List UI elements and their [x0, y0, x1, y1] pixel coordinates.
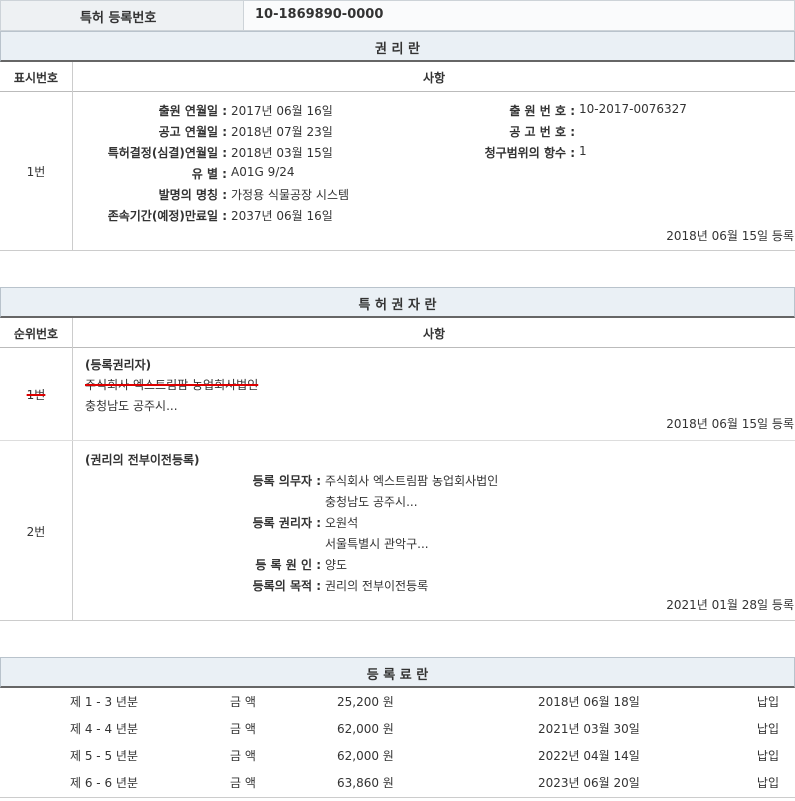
field-value: 10-2017-0076327: [579, 102, 687, 116]
field-label: 등 록 원 인 :: [255, 558, 321, 572]
rights-col-index: 표시번호: [13, 71, 59, 85]
holders-bottom-border: [0, 620, 795, 621]
field-label: 청구범위의 항수 :: [484, 146, 575, 160]
fee-period: 제 1 - 3 년분: [70, 695, 138, 709]
holders-col-content: 사항: [422, 327, 446, 341]
field-value: 2037년 06월 16일: [231, 209, 333, 223]
fee-amount: 62,000 원: [337, 749, 394, 763]
holder-entry-index: 1번: [0, 386, 72, 403]
field-label: 등록의 목적 :: [252, 579, 321, 593]
field-label: 유 별 :: [191, 167, 227, 181]
holder-name-text: 주식회사 엑스트림팜 농업회사법인: [85, 378, 259, 392]
field-value: 2018년 07월 23일: [231, 125, 333, 139]
fee-amount-label: 금 액: [230, 749, 256, 763]
fees-bottom-border: [0, 797, 795, 798]
field-value: 주식회사 엑스트림팜 농업회사법인: [325, 474, 499, 488]
rights-entry-index: 1번: [26, 165, 46, 179]
fee-amount-label: 금 액: [230, 695, 256, 709]
field-label: 등록 의무자 :: [252, 474, 321, 488]
field-value: 양도: [325, 558, 348, 572]
holder-entry-index-text: 1번: [26, 388, 46, 402]
field-value: 충청남도 공주시...: [325, 495, 418, 509]
field-value: 가정용 식물공장 시스템: [231, 188, 350, 202]
rights-bottom-border: [0, 250, 795, 251]
fee-amount: 25,200 원: [337, 695, 394, 709]
fee-amount-label: 금 액: [230, 776, 256, 790]
rights-reg-date: 2018년 06월 15일 등록: [666, 229, 794, 243]
fee-status: 납입: [756, 749, 779, 763]
holder-address: 충청남도 공주시...: [85, 399, 178, 413]
fee-status: 납입: [756, 722, 779, 736]
holder-entry-reg-date: 2018년 06월 15일 등록: [666, 417, 794, 431]
field-label: 공고 연월일 :: [158, 125, 227, 139]
field-label: 등록 권리자 :: [252, 516, 321, 530]
field-label: 발명의 명칭 :: [158, 188, 227, 202]
holder-entry-heading: (등록권리자): [85, 358, 152, 372]
fee-status: 납입: [756, 776, 779, 790]
fee-amount: 62,000 원: [337, 722, 394, 736]
fee-period: 제 5 - 5 년분: [70, 749, 138, 763]
field-value: A01G 9/24: [231, 165, 295, 179]
holders-col-index: 순위번호: [13, 327, 59, 341]
holder-entry-heading: (권리의 전부이전등록): [85, 453, 200, 467]
field-label: 출 원 번 호 :: [509, 104, 575, 118]
rights-section-title: 권 리 란: [375, 42, 420, 57]
holder-name: 주식회사 엑스트림팜 농업회사법인: [85, 376, 258, 393]
rights-col-content: 사항: [422, 71, 446, 85]
reg-number-value: 10-1869890-0000: [255, 7, 384, 22]
fee-date: 2022년 04월 14일: [538, 749, 640, 763]
fee-status: 납입: [756, 695, 779, 709]
field-value: 오원석: [325, 516, 359, 530]
fee-date: 2018년 06월 18일: [538, 695, 640, 709]
fee-date: 2023년 06월 20일: [538, 776, 640, 790]
fee-amount-label: 금 액: [230, 722, 256, 736]
field-label: 특허결정(심결)연월일 :: [107, 146, 227, 160]
fee-amount: 63,860 원: [337, 776, 394, 790]
field-value: 서울특별시 관악구...: [325, 537, 429, 551]
field-label: 출원 연월일 :: [158, 104, 227, 118]
field-value: 권리의 전부이전등록: [325, 579, 429, 593]
fee-period: 제 4 - 4 년분: [70, 722, 138, 736]
fee-period: 제 6 - 6 년분: [70, 776, 138, 790]
field-value: 2017년 06월 16일: [231, 104, 333, 118]
reg-number-label: 특허 등록번호: [80, 11, 157, 26]
holders-section-title: 특 허 권 자 란: [358, 298, 437, 313]
holder-row-divider: [0, 440, 795, 441]
holder-entry-reg-date: 2021년 01월 28일 등록: [666, 598, 794, 612]
field-label: 존속기간(예정)만료일 :: [107, 209, 227, 223]
fees-section-title: 등 록 료 란: [366, 668, 429, 683]
fee-date: 2021년 03월 30일: [538, 722, 640, 736]
field-label: 공 고 번 호 :: [509, 125, 575, 139]
field-value: 2018년 03월 15일: [231, 146, 333, 160]
holder-entry-index: 2번: [26, 525, 46, 539]
field-value: 1: [579, 144, 587, 158]
rights-col-divider: [72, 62, 73, 251]
holders-col-divider: [72, 318, 73, 621]
